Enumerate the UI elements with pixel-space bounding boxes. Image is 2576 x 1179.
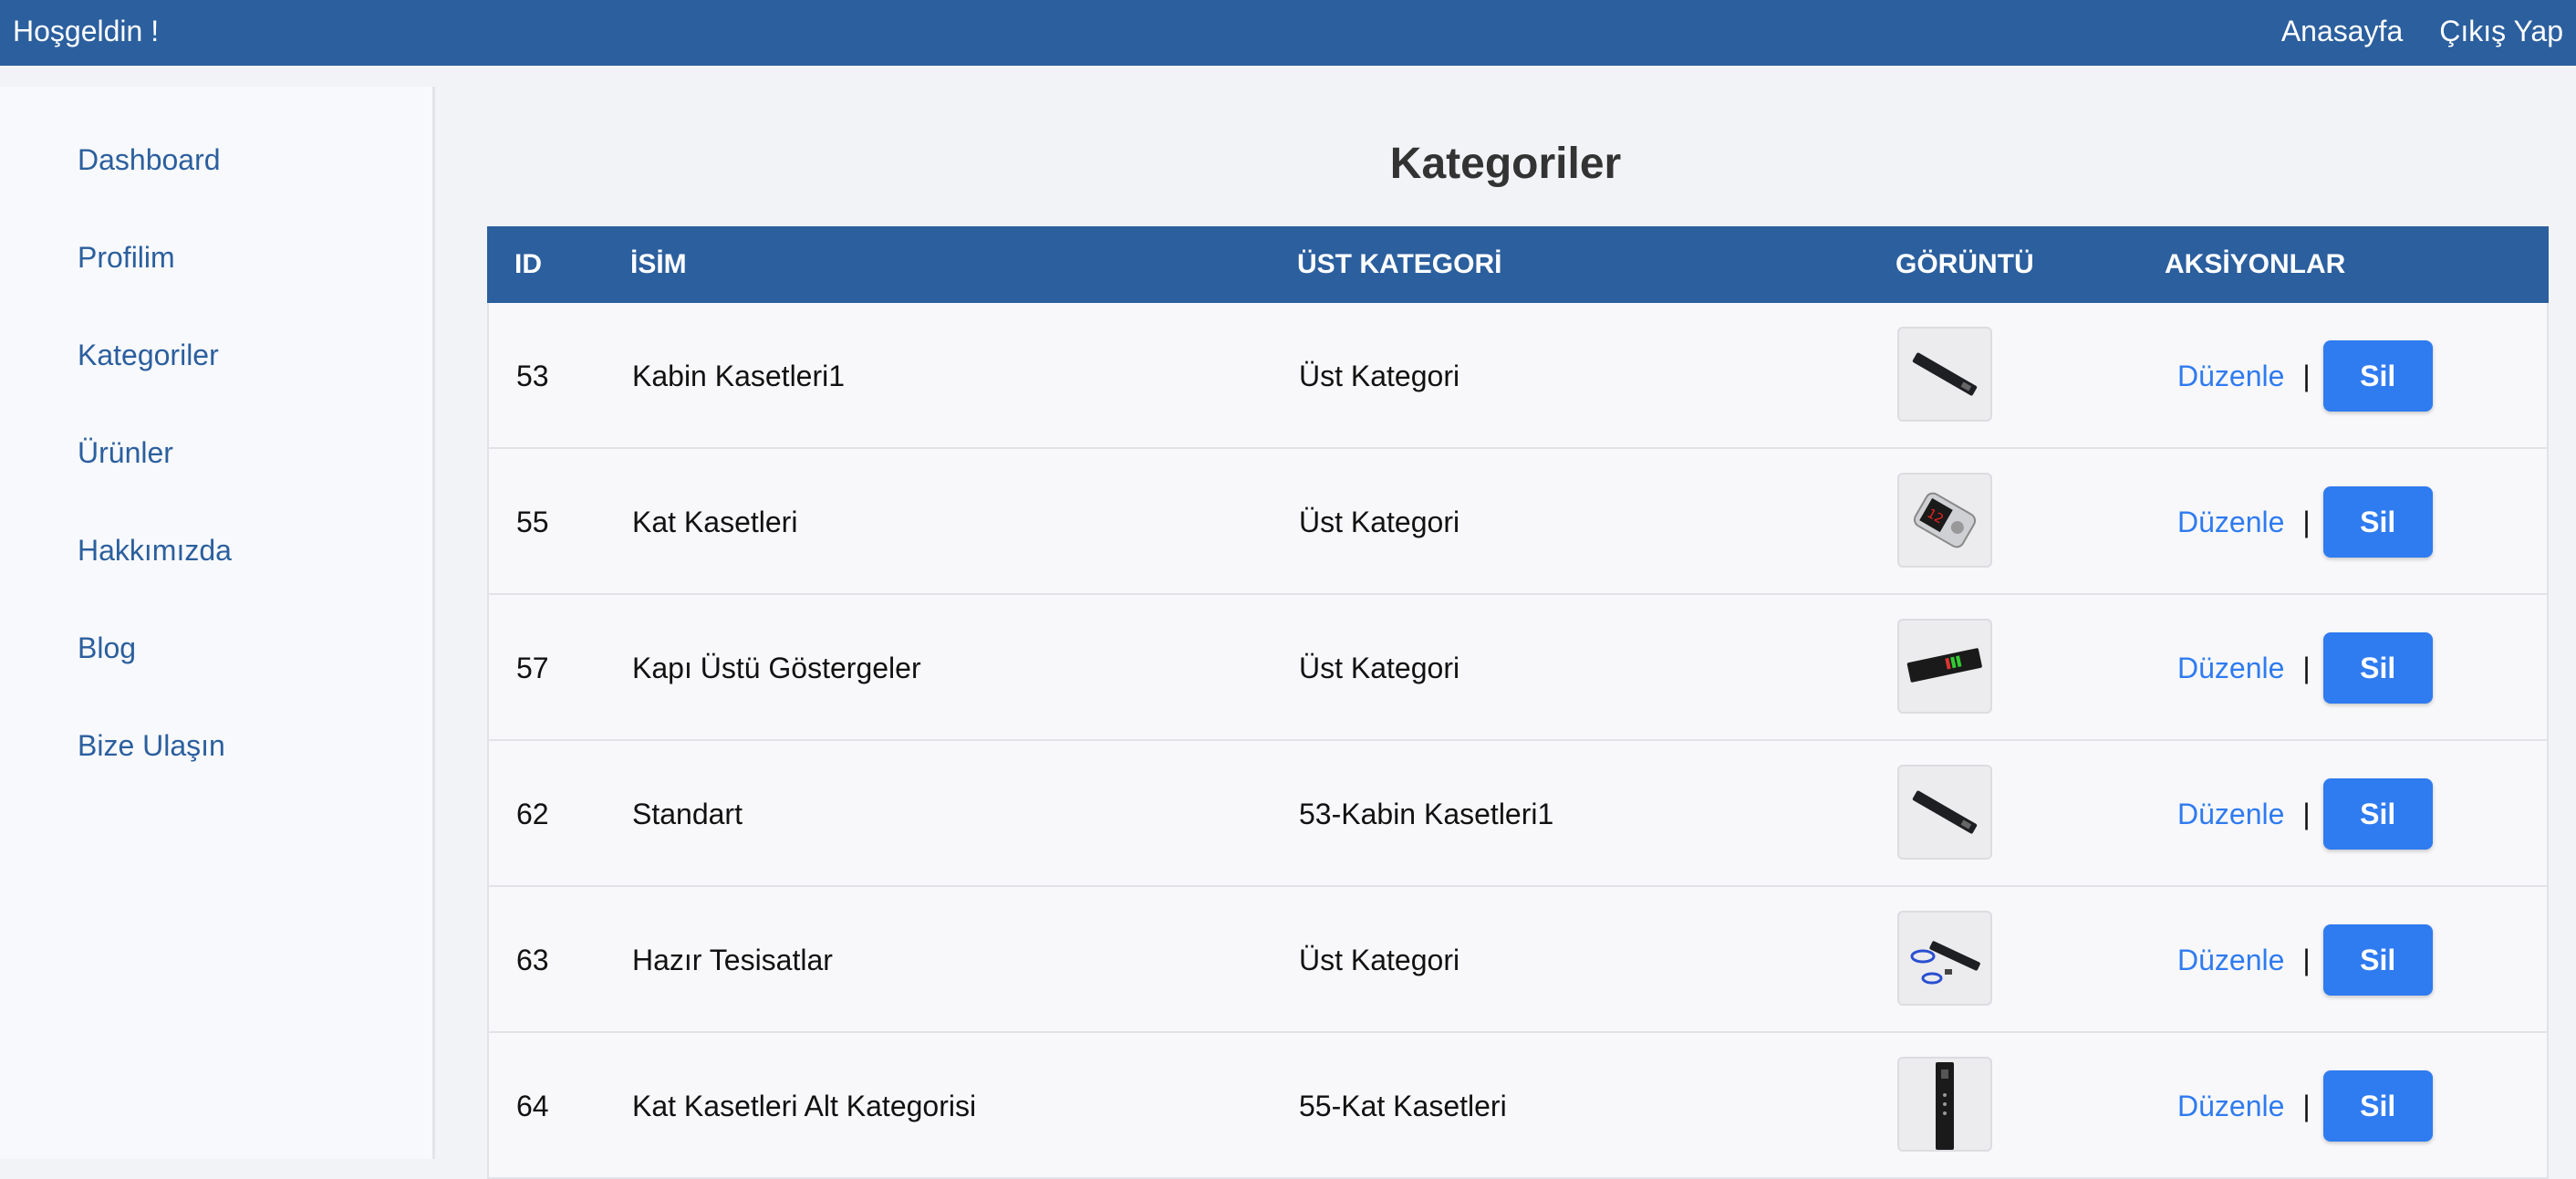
edit-link[interactable]: Düzenle [2177, 360, 2284, 393]
indicator-bar-icon [1897, 619, 1992, 714]
delete-button[interactable]: Sil [2322, 340, 2433, 412]
edit-link[interactable]: Düzenle [2177, 944, 2284, 977]
header-actions: AKSİYONLAR [2165, 249, 2346, 279]
sidebar: Dashboard Profilim Kategoriler Ürünler H… [0, 87, 435, 1159]
row-parent: Üst Kategori [1299, 360, 1460, 392]
row-actions: Düzenle | Sil [2166, 887, 2433, 1033]
delete-button[interactable]: Sil [2322, 924, 2433, 996]
row-parent: Üst Kategori [1299, 944, 1460, 976]
row-parent: 53-Kabin Kasetleri1 [1299, 798, 1554, 830]
row-actions: Düzenle | Sil [2166, 595, 2433, 741]
row-actions: Düzenle | Sil [2166, 1033, 2433, 1179]
home-link[interactable]: Anasayfa [2281, 15, 2403, 47]
header-parent: ÜST KATEGORİ [1297, 249, 1502, 279]
table-row: 63 Hazır Tesisatlar Üst Kategori Düzenle… [487, 887, 2549, 1033]
delete-button[interactable]: Sil [2322, 632, 2433, 704]
header-image: GÖRÜNTÜ [1896, 249, 2034, 279]
sidebar-item-blog[interactable]: Blog [78, 630, 136, 666]
top-navbar: Hoşgeldin ! Anasayfa Çıkış Yap [0, 0, 2576, 66]
vertical-panel-icon [1897, 1057, 1992, 1152]
row-parent: Üst Kategori [1299, 506, 1460, 538]
row-id: 57 [516, 652, 549, 684]
table-row: 64 Kat Kasetleri Alt Kategorisi 55-Kat K… [487, 1033, 2549, 1179]
logout-link[interactable]: Çıkış Yap [2439, 15, 2563, 47]
panel-display-icon: 12 [1897, 473, 1992, 568]
row-actions: Düzenle | Sil [2166, 303, 2433, 449]
row-name: Kabin Kasetleri1 [632, 360, 846, 392]
panel-flat-icon [1897, 327, 1992, 422]
edit-link[interactable]: Düzenle [2177, 798, 2284, 831]
main-content: Kategoriler ID İSİM ÜST KATEGORİ GÖRÜNTÜ… [435, 66, 2576, 1179]
wiring-kit-icon [1897, 911, 1992, 1006]
action-separator: | [2302, 797, 2311, 830]
sidebar-item-profile[interactable]: Profilim [78, 239, 175, 276]
row-id: 53 [516, 360, 549, 392]
delete-button[interactable]: Sil [2322, 486, 2433, 558]
row-name: Kat Kasetleri Alt Kategorisi [632, 1090, 977, 1122]
table-header: ID İSİM ÜST KATEGORİ GÖRÜNTÜ AKSİYONLAR [487, 226, 2549, 303]
delete-button[interactable]: Sil [2322, 778, 2433, 850]
sidebar-item-about[interactable]: Hakkımızda [78, 532, 232, 569]
row-parent: Üst Kategori [1299, 652, 1460, 684]
row-name: Standart [632, 798, 743, 830]
sidebar-item-dashboard[interactable]: Dashboard [78, 141, 221, 178]
action-separator: | [2302, 943, 2311, 976]
row-id: 55 [516, 506, 549, 538]
row-actions: Düzenle | Sil [2166, 741, 2433, 887]
row-id: 62 [516, 798, 549, 830]
table-row: 62 Standart 53-Kabin Kasetleri1 Düzenle … [487, 741, 2549, 887]
row-name: Kat Kasetleri [632, 506, 798, 538]
sidebar-item-categories[interactable]: Kategoriler [78, 337, 219, 373]
sidebar-item-products[interactable]: Ürünler [78, 434, 173, 471]
edit-link[interactable]: Düzenle [2177, 1090, 2284, 1123]
top-nav-links: Anasayfa Çıkış Yap [2281, 15, 2563, 47]
action-separator: | [2302, 359, 2311, 392]
row-id: 63 [516, 944, 549, 976]
sidebar-item-contact[interactable]: Bize Ulaşın [78, 727, 225, 764]
welcome-text: Hoşgeldin ! [13, 15, 160, 47]
table-row: 57 Kapı Üstü Göstergeler Üst Kategori Dü… [487, 595, 2549, 741]
row-name: Kapı Üstü Göstergeler [632, 652, 921, 684]
row-name: Hazır Tesisatlar [632, 944, 833, 976]
table-row: 55 Kat Kasetleri Üst Kategori 12 Düzenle… [487, 449, 2549, 595]
categories-table: ID İSİM ÜST KATEGORİ GÖRÜNTÜ AKSİYONLAR … [487, 226, 2549, 1179]
action-separator: | [2302, 651, 2311, 684]
header-id: ID [514, 249, 542, 279]
header-name: İSİM [630, 249, 687, 279]
row-parent: 55-Kat Kasetleri [1299, 1090, 1507, 1122]
panel-flat-icon [1897, 765, 1992, 860]
row-id: 64 [516, 1090, 549, 1122]
row-actions: Düzenle | Sil [2166, 449, 2433, 595]
edit-link[interactable]: Düzenle [2177, 506, 2284, 539]
page-title: Kategoriler [1389, 140, 1622, 188]
action-separator: | [2302, 505, 2311, 538]
edit-link[interactable]: Düzenle [2177, 652, 2284, 685]
table-row: 53 Kabin Kasetleri1 Üst Kategori Düzenle… [487, 303, 2549, 449]
action-separator: | [2302, 1089, 2311, 1122]
delete-button[interactable]: Sil [2322, 1070, 2433, 1142]
